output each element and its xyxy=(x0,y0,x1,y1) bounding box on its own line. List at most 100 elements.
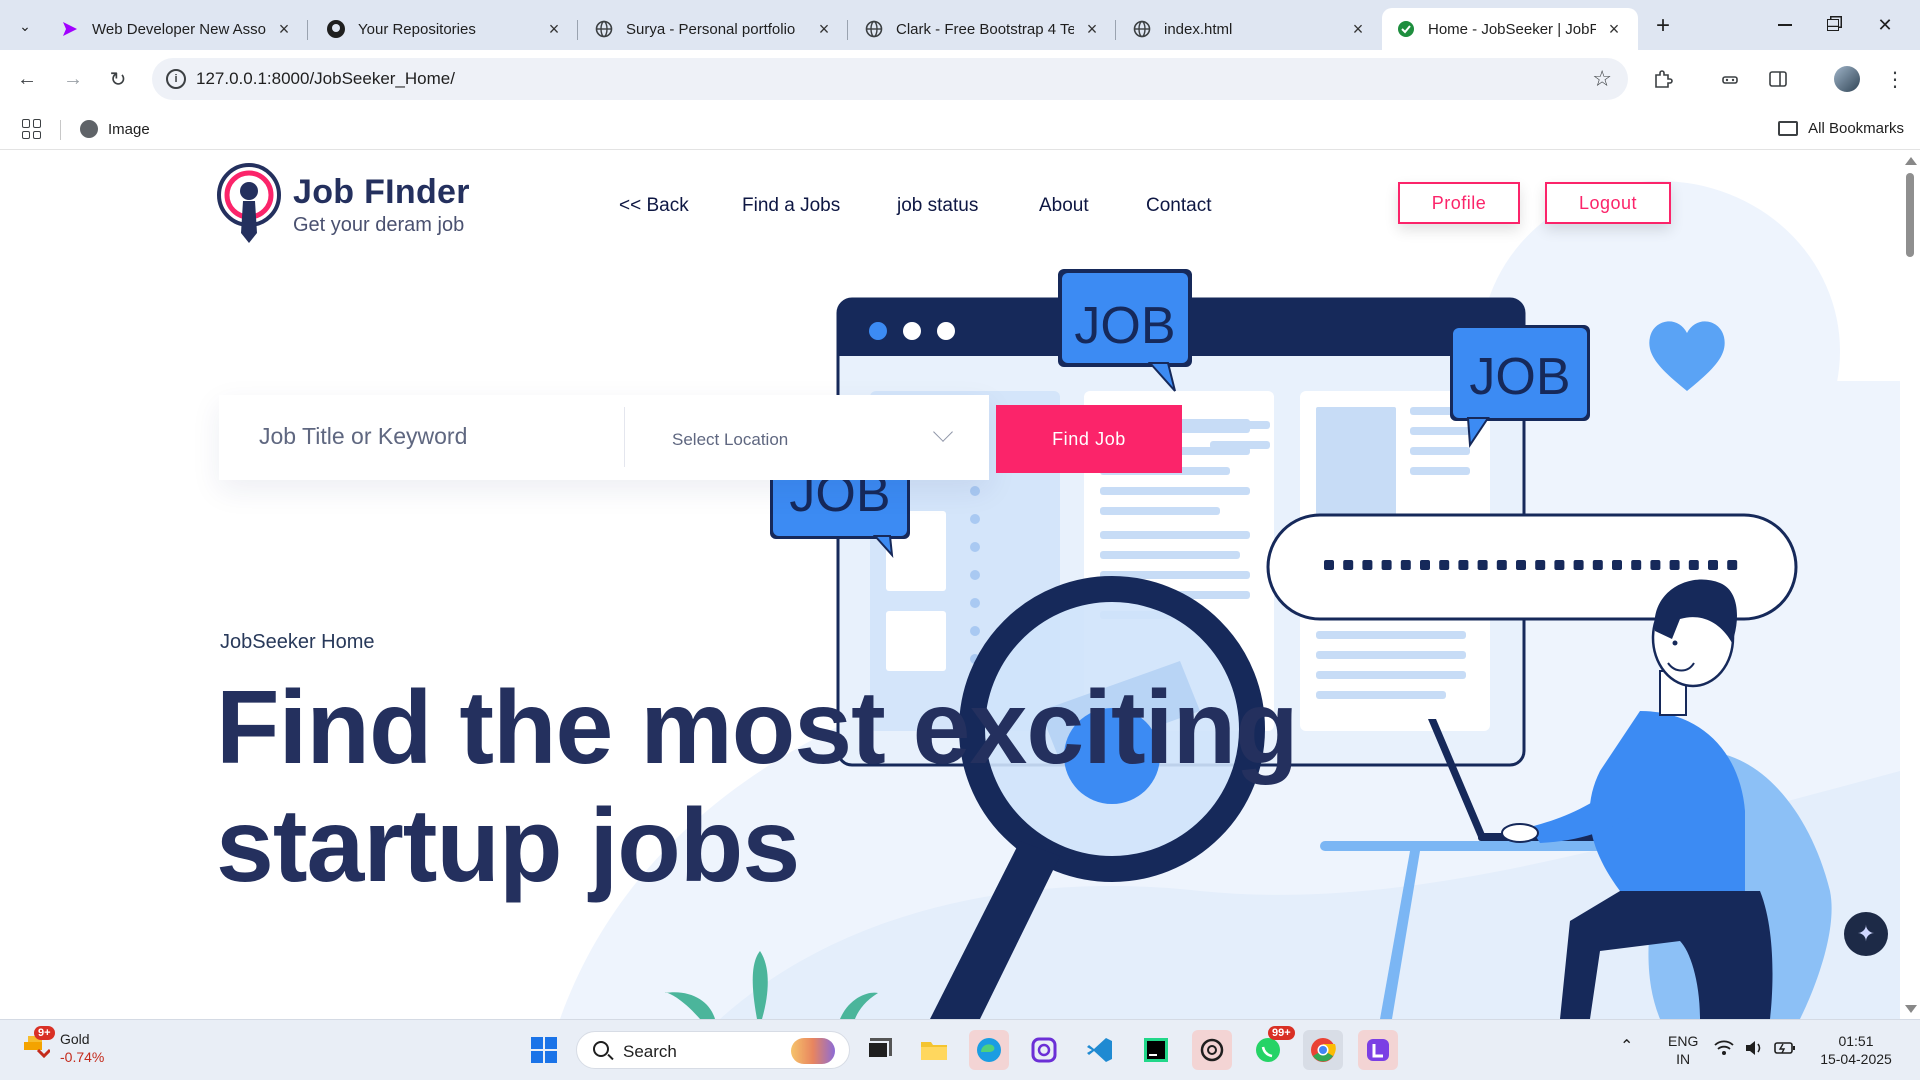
tab-index-html[interactable]: index.html × xyxy=(1118,8,1382,50)
tab-title: Web Developer New Associ xyxy=(92,20,266,38)
tab-title: Clark - Free Bootstrap 4 Te xyxy=(896,20,1074,38)
lang-line-1: ENG xyxy=(1668,1033,1699,1049)
edge-icon[interactable] xyxy=(969,1030,1009,1070)
close-tab-icon[interactable]: × xyxy=(274,19,294,40)
lang-line-2: IN xyxy=(1676,1051,1691,1067)
chevron-down-icon[interactable] xyxy=(933,422,953,442)
widget-gold[interactable]: 9+ Gold -0.74% xyxy=(22,1026,105,1066)
job-search-form: Job Title or Keyword Select Location xyxy=(219,395,989,480)
tab-surya-portfolio[interactable]: Surya - Personal portfolio × xyxy=(580,8,848,50)
bookmark-image[interactable]: Image xyxy=(80,120,150,138)
site-logo[interactable]: Job FInder Get your deram job xyxy=(217,163,470,245)
performance-icon[interactable] xyxy=(1715,64,1745,94)
windows-taskbar: 9+ Gold -0.74% Search 99+ ⌃ ENG IN 01:51… xyxy=(0,1019,1920,1080)
tab-clark-bootstrap[interactable]: Clark - Free Bootstrap 4 Te × xyxy=(850,8,1116,50)
breadcrumb: JobSeeker Home xyxy=(220,631,375,653)
find-job-button[interactable]: Find Job xyxy=(996,405,1182,473)
page-viewport: JOB JOB JOB Job FInder Get your deram jo… xyxy=(0,151,1900,1019)
system-clock[interactable]: 01:51 15-04-2025 xyxy=(1816,1032,1896,1068)
new-tab-button[interactable]: + xyxy=(1648,11,1678,41)
tab-title: index.html xyxy=(1164,20,1233,38)
nav-job-status[interactable]: job status xyxy=(897,195,978,217)
bookmark-star-icon[interactable]: ☆ xyxy=(1592,66,1612,92)
back-arrow-icon[interactable]: ← xyxy=(12,64,42,94)
close-tab-icon[interactable]: × xyxy=(544,19,564,40)
hero-heading: Find the most exciting startup jobs xyxy=(216,669,1299,905)
site-info-icon[interactable]: i xyxy=(166,69,186,89)
close-window-icon[interactable]: ✕ xyxy=(1860,10,1910,40)
globe-icon xyxy=(1132,19,1152,39)
tab-jobseeker-home[interactable]: Home - JobSeeker | JobFin × xyxy=(1382,8,1638,50)
close-tab-icon[interactable]: × xyxy=(1348,19,1368,40)
url-text[interactable]: 127.0.0.1:8000/JobSeeker_Home/ xyxy=(196,69,455,89)
close-tab-icon[interactable]: × xyxy=(1082,19,1102,40)
search-highlight-icon xyxy=(791,1038,835,1064)
job-bubble-text: JOB xyxy=(1469,348,1570,406)
hero-line-1: Find the most exciting xyxy=(216,670,1299,786)
keyword-input[interactable]: Job Title or Keyword xyxy=(259,423,467,450)
github-icon xyxy=(326,19,346,39)
nav-back[interactable]: << Back xyxy=(619,195,689,217)
extensions-puzzle-icon[interactable] xyxy=(1648,64,1678,94)
nav-contact[interactable]: Contact xyxy=(1146,195,1211,217)
reload-icon[interactable]: ↻ xyxy=(103,64,133,94)
taskbar-search[interactable]: Search xyxy=(576,1031,850,1069)
copilot-icon[interactable] xyxy=(1024,1030,1064,1070)
gold-badge: 9+ xyxy=(34,1026,55,1040)
nav-find-jobs[interactable]: Find a Jobs xyxy=(742,195,840,217)
tab-search-chevron-icon[interactable]: ⌄ xyxy=(10,11,40,41)
battery-icon[interactable] xyxy=(1774,1040,1796,1060)
whatsapp-icon[interactable]: 99+ xyxy=(1248,1026,1295,1070)
gold-trend-icon: 9+ xyxy=(22,1026,55,1059)
widget-change: -0.74% xyxy=(60,1049,105,1065)
nav-about[interactable]: About xyxy=(1039,195,1089,217)
scroll-up-arrow-icon[interactable] xyxy=(1905,157,1917,165)
kebab-menu-icon[interactable]: ⋮ xyxy=(1880,64,1910,94)
profile-avatar[interactable] xyxy=(1834,66,1860,92)
profile-button[interactable]: Profile xyxy=(1398,182,1520,224)
globe-icon xyxy=(594,19,614,39)
location-select[interactable]: Select Location xyxy=(672,430,788,450)
ai-sparkle-icon[interactable]: ✦ xyxy=(1844,912,1888,956)
tab-title: Surya - Personal portfolio xyxy=(626,20,796,38)
restore-window-icon[interactable] xyxy=(1808,10,1858,40)
file-explorer-icon[interactable] xyxy=(914,1030,954,1070)
widget-title: Gold xyxy=(60,1031,90,1047)
minimize-button[interactable] xyxy=(1760,10,1810,40)
launcher-app-icon[interactable] xyxy=(1358,1030,1398,1070)
scroll-thumb[interactable] xyxy=(1906,173,1914,257)
whatsapp-badge: 99+ xyxy=(1268,1026,1295,1040)
vscode-icon[interactable] xyxy=(1080,1030,1120,1070)
bookmark-label: Image xyxy=(108,120,150,138)
browser-toolbar: ← → ↻ i 127.0.0.1:8000/JobSeeker_Home/ ☆… xyxy=(0,50,1920,108)
chatgpt-icon[interactable] xyxy=(1192,1030,1232,1070)
address-bar[interactable]: i 127.0.0.1:8000/JobSeeker_Home/ ☆ xyxy=(152,58,1628,100)
close-tab-icon[interactable]: × xyxy=(1604,19,1624,40)
chrome-icon[interactable] xyxy=(1303,1030,1343,1070)
task-view-icon[interactable] xyxy=(858,1030,898,1070)
tab-your-repositories[interactable]: Your Repositories × xyxy=(312,8,578,50)
pycharm-icon[interactable] xyxy=(1136,1030,1176,1070)
scroll-down-arrow-icon[interactable] xyxy=(1905,1005,1917,1013)
apps-grid-icon[interactable] xyxy=(22,119,42,139)
page-scrollbar[interactable] xyxy=(1900,151,1920,1019)
check-circle-icon xyxy=(1396,19,1416,39)
language-indicator[interactable]: ENG IN xyxy=(1668,1032,1698,1068)
clock-time: 01:51 xyxy=(1838,1033,1874,1049)
wifi-icon[interactable] xyxy=(1714,1040,1734,1060)
side-panel-icon[interactable] xyxy=(1763,64,1793,94)
job-finder-logo-icon xyxy=(217,163,281,245)
globe-icon xyxy=(80,120,98,138)
tab-web-developer[interactable]: Web Developer New Associ × xyxy=(46,8,308,50)
logout-button[interactable]: Logout xyxy=(1545,182,1671,224)
taskbar-search-label: Search xyxy=(623,1042,677,1061)
volume-icon[interactable] xyxy=(1744,1040,1764,1060)
show-hidden-icons-chevron-icon[interactable]: ⌃ xyxy=(1620,1038,1633,1056)
globe-icon xyxy=(864,19,884,39)
close-tab-icon[interactable]: × xyxy=(814,19,834,40)
forward-arrow-icon[interactable]: → xyxy=(58,64,88,94)
windows-start-icon[interactable] xyxy=(524,1030,564,1070)
folder-icon xyxy=(1778,121,1799,136)
search-icon xyxy=(593,1041,609,1057)
all-bookmarks[interactable]: All Bookmarks xyxy=(1778,120,1904,137)
